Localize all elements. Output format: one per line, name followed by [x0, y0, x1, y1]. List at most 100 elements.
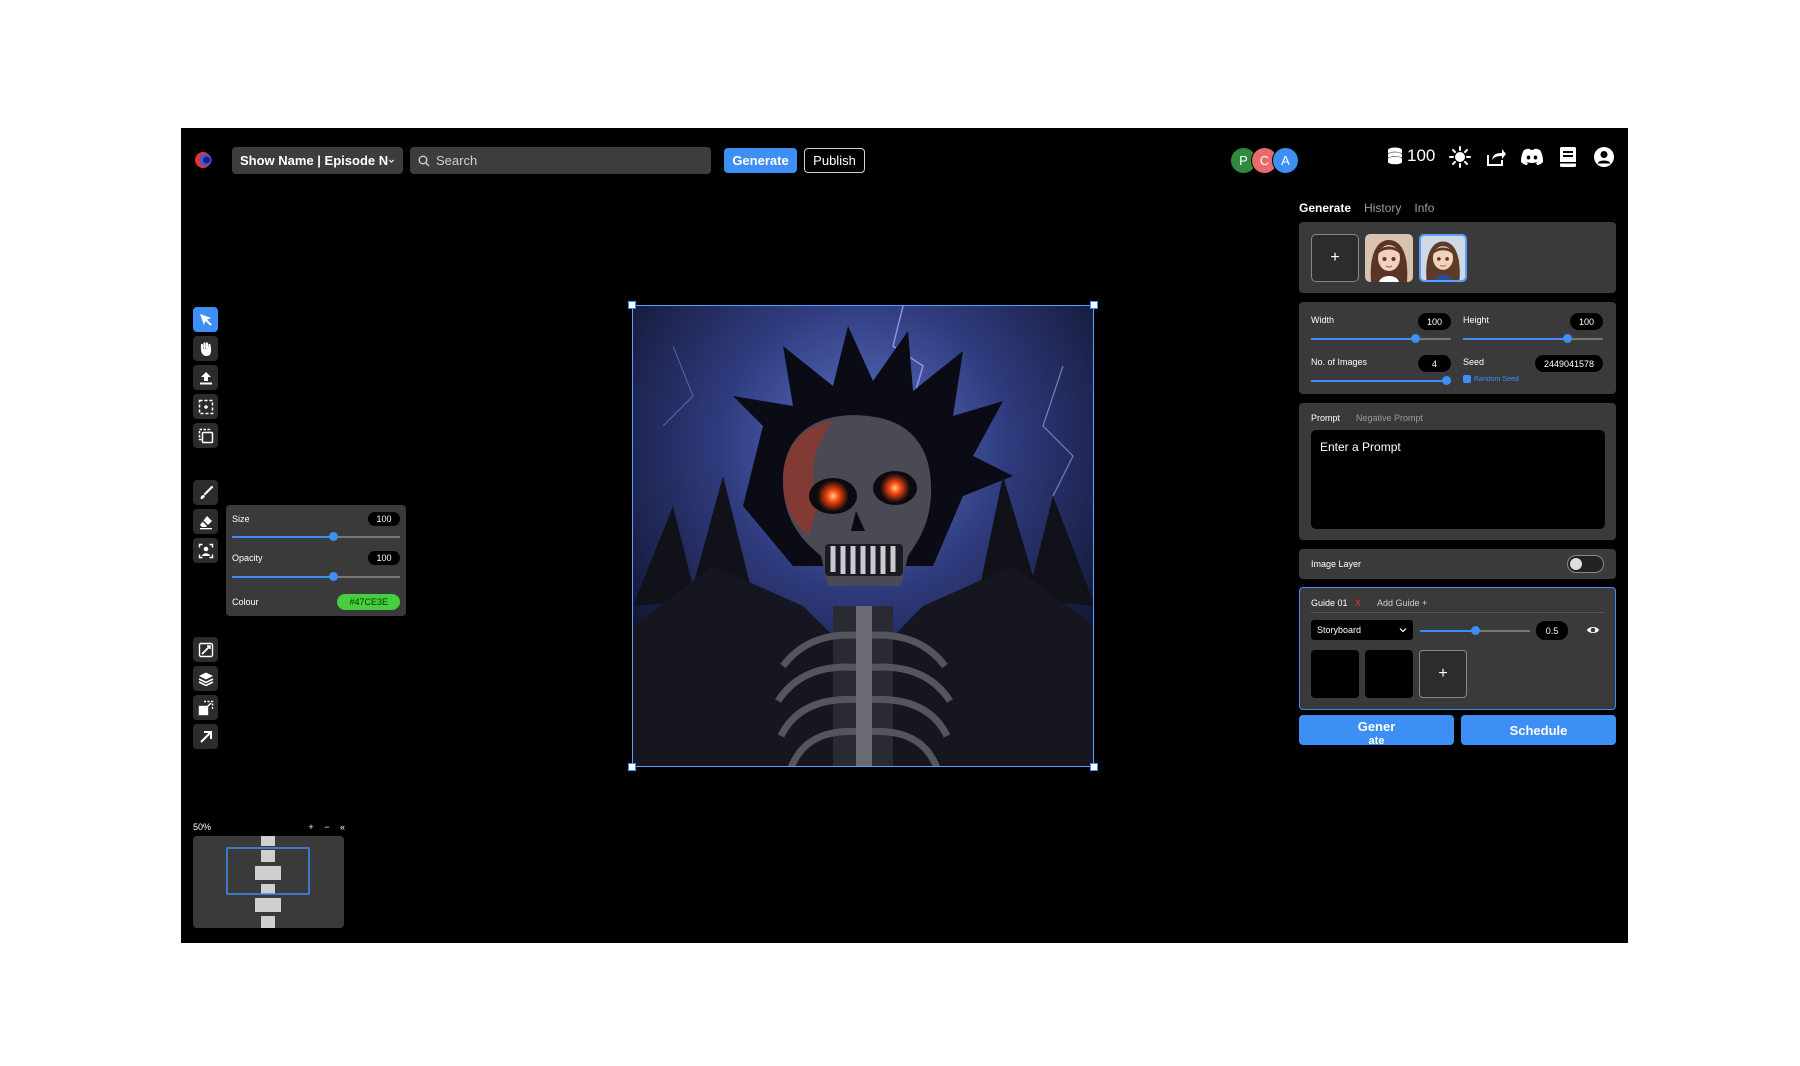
- zoom-out-button[interactable]: −: [324, 822, 329, 832]
- expand-arrow-icon[interactable]: [193, 724, 218, 749]
- width-slider[interactable]: [1311, 334, 1451, 343]
- upload-icon[interactable]: [193, 365, 218, 390]
- size-value[interactable]: 100: [368, 512, 400, 526]
- select-tool-icon[interactable]: [193, 307, 218, 332]
- resize-handle-top-right[interactable]: [1090, 301, 1098, 309]
- add-guide-button[interactable]: Add Guide +: [1377, 598, 1427, 608]
- collapse-minimap-button[interactable]: «: [340, 822, 345, 832]
- minimap[interactable]: [193, 836, 344, 928]
- search-input[interactable]: Search: [410, 147, 711, 174]
- height-slider-fill: [1463, 338, 1567, 340]
- seed-value[interactable]: 2449041578: [1535, 355, 1603, 372]
- size-slider-knob[interactable]: [328, 532, 338, 541]
- person-select-icon[interactable]: [193, 538, 218, 563]
- reference-thumbnail[interactable]: [1365, 234, 1413, 282]
- guide-image-slot[interactable]: [1311, 650, 1359, 698]
- guide-type-select[interactable]: Storyboard: [1311, 620, 1413, 640]
- random-seed-option[interactable]: Random Seed: [1463, 375, 1519, 383]
- hand-pan-tool-icon[interactable]: [193, 336, 218, 361]
- guide-card: Guide 01 X Add Guide + Storyboard 0.5 +: [1299, 587, 1616, 710]
- publish-button[interactable]: Publish: [804, 148, 865, 173]
- add-reference-button[interactable]: +: [1311, 234, 1359, 282]
- images-count-label: No. of Images: [1311, 357, 1368, 367]
- guide-strength-slider-fill: [1420, 630, 1475, 632]
- opacity-label: Opacity: [232, 553, 263, 563]
- generate-button[interactable]: Gener ate: [1299, 715, 1454, 747]
- tab-history[interactable]: History: [1364, 201, 1401, 215]
- width-slider-knob[interactable]: [1411, 334, 1420, 343]
- remove-guide-button[interactable]: X: [1355, 598, 1361, 608]
- image-layer-toggle[interactable]: [1567, 555, 1604, 573]
- tab-generate[interactable]: Generate: [1299, 201, 1351, 215]
- size-slider[interactable]: [232, 532, 400, 541]
- opacity-value[interactable]: 100: [368, 551, 400, 565]
- coins-icon: [1388, 147, 1402, 165]
- crop-frame-icon[interactable]: [193, 423, 218, 448]
- images-count-value[interactable]: 4: [1418, 355, 1451, 372]
- images-count-slider[interactable]: [1311, 376, 1451, 385]
- image-layer-label: Image Layer: [1311, 559, 1362, 569]
- brush-tool-icon[interactable]: [193, 480, 218, 505]
- book-icon[interactable]: [1556, 145, 1580, 169]
- tab-info[interactable]: Info: [1414, 201, 1434, 215]
- share-icon[interactable]: [1484, 145, 1508, 169]
- height-slider-knob[interactable]: [1563, 334, 1572, 343]
- tab-negative-prompt[interactable]: Negative Prompt: [1356, 413, 1423, 423]
- reference-thumbnail-selected[interactable]: [1419, 234, 1467, 282]
- search-placeholder: Search: [436, 153, 478, 168]
- tab-prompt[interactable]: Prompt: [1311, 413, 1340, 423]
- images-count-slider-knob[interactable]: [1442, 376, 1451, 385]
- guide-label[interactable]: Guide 01: [1311, 598, 1348, 608]
- size-slider-fill: [232, 536, 333, 538]
- marquee-select-icon[interactable]: [193, 394, 218, 419]
- credits-balance[interactable]: 100: [1387, 146, 1435, 166]
- width-value[interactable]: 100: [1418, 313, 1451, 330]
- show-episode-label: Show Name | Episode N: [240, 153, 389, 168]
- opacity-slider-fill: [232, 576, 333, 578]
- schedule-button[interactable]: Schedule: [1461, 715, 1616, 745]
- height-label: Height: [1463, 315, 1490, 325]
- opacity-slider-knob[interactable]: [328, 572, 338, 581]
- opacity-slider[interactable]: [232, 572, 400, 581]
- random-seed-label: Random Seed: [1474, 375, 1519, 383]
- size-label: Size: [232, 514, 250, 524]
- guide-strength-slider-knob[interactable]: [1471, 626, 1480, 635]
- canvas-image[interactable]: [632, 305, 1094, 767]
- guide-strength-value[interactable]: 0.5: [1536, 621, 1568, 640]
- zoom-in-button[interactable]: +: [308, 822, 313, 832]
- zoom-controls: 50% + − «: [193, 822, 345, 832]
- eye-visibility-icon[interactable]: [1586, 623, 1600, 642]
- layers-icon[interactable]: [193, 666, 218, 691]
- prompt-textarea[interactable]: Enter a Prompt: [1311, 430, 1605, 529]
- height-slider[interactable]: [1463, 334, 1603, 343]
- width-slider-fill: [1311, 338, 1415, 340]
- colour-swatch[interactable]: #47CE3E: [337, 594, 400, 610]
- eraser-tool-icon[interactable]: [193, 509, 218, 534]
- panel-tabs: Generate History Info: [1299, 201, 1434, 215]
- brush-settings-panel: Size 100 Opacity 100 Colour #47CE3E: [226, 505, 406, 616]
- divider: [1311, 612, 1604, 613]
- height-value[interactable]: 100: [1570, 313, 1603, 330]
- character-portrait-image: [1421, 236, 1465, 280]
- show-episode-select[interactable]: Show Name | Episode N: [232, 147, 403, 174]
- app-logo[interactable]: [194, 150, 214, 170]
- theme-toggle-sun-icon[interactable]: [1448, 145, 1472, 169]
- images-count-slider-fill: [1311, 380, 1451, 382]
- edit-transform-icon[interactable]: [193, 637, 218, 662]
- resize-handle-bottom-right[interactable]: [1090, 763, 1098, 771]
- resize-handle-bottom-left[interactable]: [628, 763, 636, 771]
- user-profile-icon[interactable]: [1592, 145, 1616, 169]
- toggle-knob: [1570, 558, 1582, 570]
- resize-handle-top-left[interactable]: [628, 301, 636, 309]
- guide-strength-slider[interactable]: [1420, 626, 1530, 635]
- skeleton-artwork: [633, 306, 1093, 766]
- avatar[interactable]: A: [1272, 147, 1299, 174]
- random-seed-checkbox[interactable]: [1463, 375, 1471, 383]
- guide-image-slot[interactable]: [1365, 650, 1413, 698]
- discord-icon[interactable]: [1520, 145, 1544, 169]
- app-window: Show Name | Episode N Search Generate Pu…: [181, 128, 1628, 943]
- generate-button-top[interactable]: Generate: [724, 148, 797, 173]
- generate-button-label-line2: ate: [1368, 735, 1385, 747]
- add-guide-image-button[interactable]: +: [1419, 650, 1467, 698]
- resize-image-icon[interactable]: [193, 695, 218, 720]
